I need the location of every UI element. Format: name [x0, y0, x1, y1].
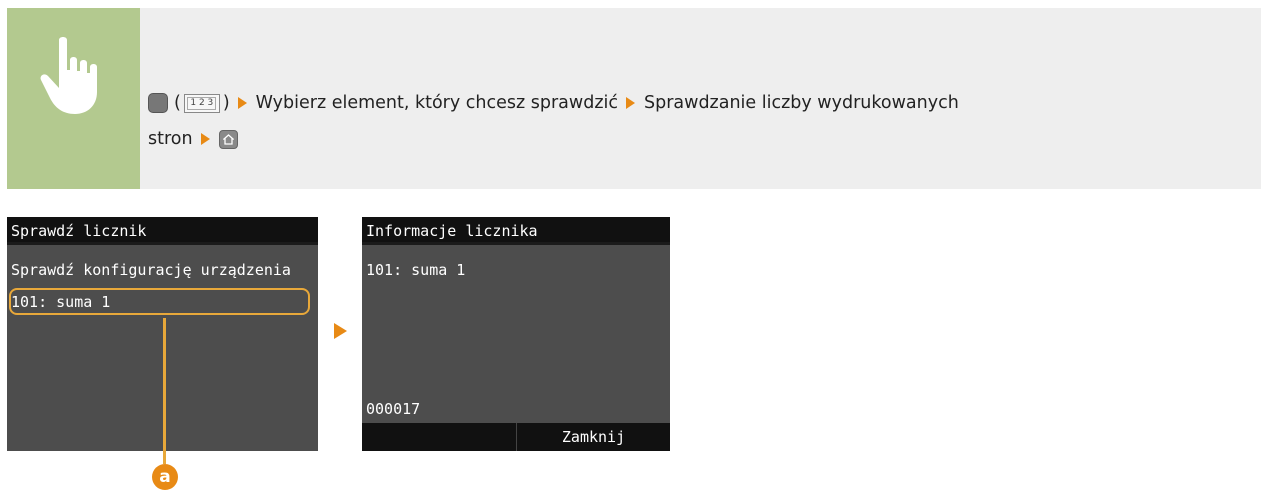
hand-icon-box	[7, 8, 140, 189]
counter-name: 101: suma 1	[366, 261, 466, 279]
arrow-icon	[200, 133, 210, 145]
counter-info-screen: Informacje licznika 101: suma 1 000017 Z…	[362, 217, 670, 451]
close-paren: )	[222, 93, 230, 113]
callout-leader-line	[163, 318, 166, 464]
counter-value: 000017	[366, 400, 421, 418]
instruction-band: ( 1 2 3 ) Wybierz element, który chcesz …	[7, 8, 1261, 189]
screen-title: Informacje licznika	[362, 217, 670, 245]
instruction-text: ( 1 2 3 ) Wybierz element, który chcesz …	[148, 85, 1228, 157]
home-key-icon	[218, 129, 238, 149]
button-bar: Zamknij	[362, 423, 670, 451]
counter-key-icon: 1 2 3	[183, 93, 220, 113]
arrow-icon	[334, 323, 347, 339]
open-paren: (	[174, 93, 181, 113]
step-2-continued: stron	[148, 129, 193, 149]
step-2-text: Sprawdzanie liczby wydrukowanych	[644, 93, 959, 113]
menu-key-icon	[148, 93, 168, 113]
close-button[interactable]: Zamknij	[516, 423, 670, 451]
arrow-icon	[626, 97, 635, 109]
menu-item-check-device-config[interactable]: Sprawdź konfigurację urządzenia	[11, 261, 291, 279]
counter-key-label: 1 2 3	[187, 96, 217, 110]
pointing-hand-icon	[40, 37, 97, 114]
arrow-icon	[237, 97, 247, 109]
callout-badge-a: a	[152, 464, 178, 490]
selection-highlight	[9, 288, 310, 315]
step-1-text: Wybierz element, który chcesz sprawdzić	[255, 93, 618, 113]
screen-title: Sprawdź licznik	[7, 217, 318, 245]
